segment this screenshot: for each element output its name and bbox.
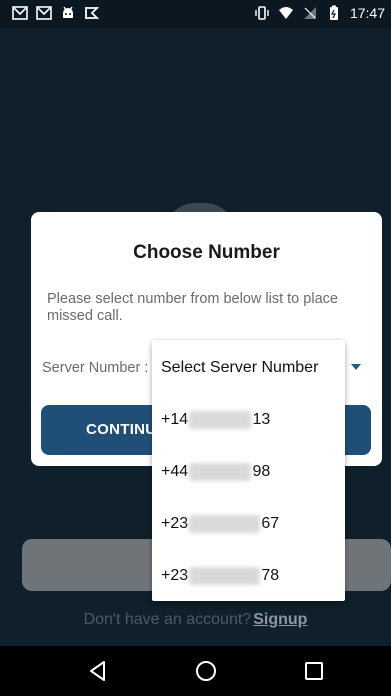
server-number-dropdown: Select Server Number +14834291513 +44744… [152,340,345,601]
mail-icon [36,5,52,21]
vibrate-icon [254,5,270,21]
battery-icon [326,5,342,21]
status-time: 17:47 [349,5,385,21]
dropdown-option[interactable]: +44744799698 [152,446,345,498]
number-prefix: +23 [161,515,189,532]
number-prefix: +14 [161,411,189,428]
dropdown-option[interactable]: +14834291513 [152,394,345,446]
dropdown-arrow-icon[interactable] [351,364,361,370]
home-icon[interactable] [194,659,218,683]
number-prefix: +44 [161,463,189,480]
dialog-description: Please select number from below list to … [47,291,338,324]
app-screen: 17:47 Don't have an account? Signup Choos… [0,0,391,696]
number-suffix: 67 [261,515,280,532]
back-icon[interactable] [86,659,110,683]
masked-digits: 49060000 [189,567,261,585]
android-icon [60,5,76,21]
number-suffix: 78 [261,567,280,584]
recents-icon[interactable] [302,659,326,683]
mail-icon [12,5,28,21]
dialog-title: Choose Number [133,242,280,263]
notification-icons [12,5,100,21]
masked-digits: 49060000 [189,515,261,533]
dropdown-option[interactable]: +234906000078 [152,550,345,602]
no-signal-icon [302,5,318,21]
dropdown-option[interactable]: +234906000067 [152,498,345,550]
dropdown-header[interactable]: Select Server Number [152,342,345,394]
number-suffix: 13 [252,411,271,428]
flag-icon [84,5,100,21]
continue-label: CONTINU [86,421,157,438]
server-number-label: Server Number : [42,360,149,376]
navigation-bar [0,646,391,696]
wifi-icon [278,5,294,21]
system-icons: 17:47 [254,5,385,21]
masked-digits: 7447996 [189,463,252,481]
signup-prompt-text: Don't have an account? [83,611,252,628]
number-prefix: +23 [161,567,189,584]
masked-digits: 8342915 [189,411,252,429]
status-bar: 17:47 [0,0,391,28]
signup-prompt: Don't have an account? Signup [0,611,391,629]
signup-link[interactable]: Signup [253,611,307,628]
number-suffix: 98 [252,463,271,480]
